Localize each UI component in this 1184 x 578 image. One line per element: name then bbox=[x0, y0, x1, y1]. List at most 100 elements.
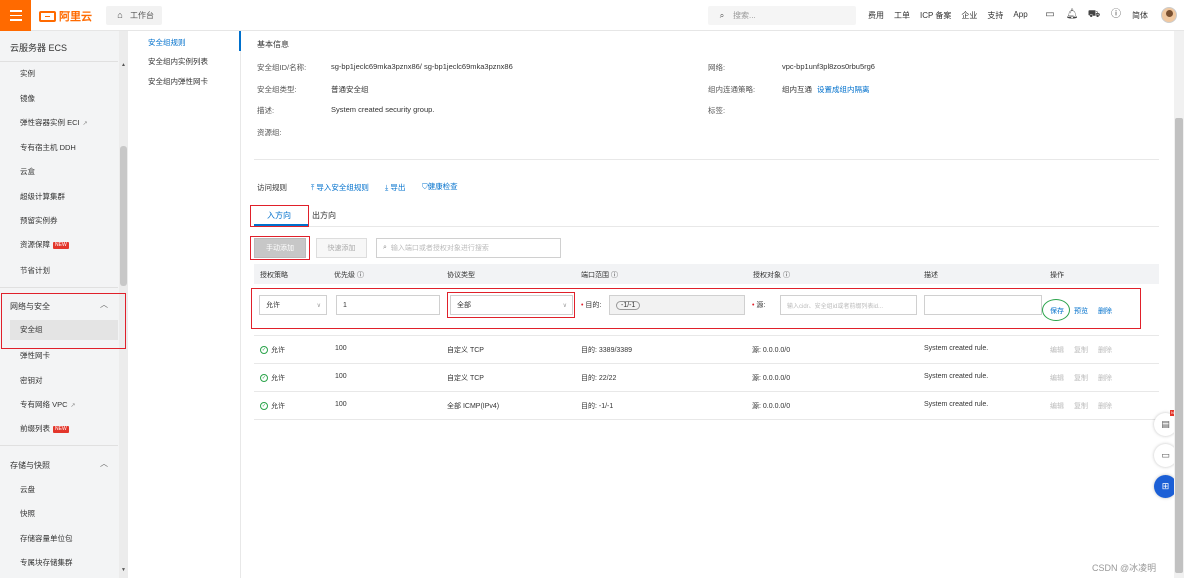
sidebar-scroll-thumb[interactable] bbox=[120, 146, 127, 286]
col-actions: 操作 bbox=[1050, 272, 1064, 279]
sidebar-item-image[interactable]: 镜像 bbox=[20, 93, 35, 104]
sidebar-item-eci[interactable]: 弹性容器实例 ECI ↗ bbox=[20, 117, 88, 128]
chevron-up-icon[interactable]: ︿ bbox=[100, 458, 108, 469]
terminal-icon[interactable]: ▭ bbox=[1044, 9, 1056, 21]
nav-fee[interactable]: 费用 bbox=[868, 10, 884, 21]
nav-app[interactable]: App bbox=[1013, 10, 1027, 21]
divider bbox=[254, 419, 1159, 420]
health-check-button[interactable]: ⛉健康检查 bbox=[422, 181, 458, 192]
col-port: 端口范围 ⓘ bbox=[581, 270, 618, 280]
sidebar-item-vpc[interactable]: 专有网络 VPC ↗ bbox=[20, 399, 76, 410]
cart-icon[interactable]: ⛟ bbox=[1088, 9, 1101, 21]
save-button[interactable]: 保存 bbox=[1050, 306, 1064, 316]
description-input[interactable] bbox=[924, 295, 1042, 315]
source-cell: 源: 0.0.0.0/0 bbox=[752, 347, 791, 354]
sidebar-item-snapshot[interactable]: 快照 bbox=[20, 508, 35, 519]
port-input[interactable]: -1/-1 bbox=[609, 295, 745, 315]
external-link-icon: ↗ bbox=[70, 403, 76, 409]
col-label: 授权对象 bbox=[753, 272, 781, 279]
rules-search-input[interactable]: ⌕ 输入端口或者授权对象进行搜索 bbox=[376, 238, 561, 258]
search-icon: ⌕ bbox=[383, 244, 387, 251]
sidebar-item-ri[interactable]: 预留实例券 bbox=[20, 215, 58, 226]
source-label-text: 源: bbox=[756, 302, 766, 309]
workbench-button[interactable]: ⌂ 工作台 bbox=[106, 6, 162, 25]
col-desc: 描述 bbox=[924, 272, 938, 279]
port-cell: 目的: 3389/3389 bbox=[581, 347, 632, 354]
priority-input[interactable]: 1 bbox=[336, 295, 440, 315]
desc-cell: System created rule. bbox=[924, 373, 989, 380]
policy-select[interactable]: 允许 ∨ bbox=[259, 295, 327, 315]
sidebar-item-cloudbox[interactable]: 云盒 bbox=[20, 166, 35, 177]
sidebar-item-resource-guarantee[interactable]: 资源保障 NEW bbox=[20, 239, 69, 250]
brand-logo[interactable]: 阿里云 bbox=[39, 8, 92, 24]
sidebar-item-disk[interactable]: 云盘 bbox=[20, 484, 35, 495]
network-value[interactable]: vpc-bp1unf3pl8zos0rbu5rg6 bbox=[782, 62, 875, 71]
preview-button[interactable]: 预览 bbox=[1074, 306, 1088, 316]
scroll-up-icon[interactable]: ▲ bbox=[121, 62, 126, 68]
bell-icon[interactable]: 🔔︎ bbox=[1066, 9, 1079, 21]
highlight-box bbox=[250, 236, 310, 260]
import-rules-button[interactable]: ⤒ 导入安全组规则 bbox=[311, 182, 369, 193]
edit-button[interactable]: 编辑 bbox=[1050, 401, 1064, 411]
divider bbox=[0, 287, 118, 288]
divider bbox=[254, 159, 1159, 160]
copy-button[interactable]: 复制 bbox=[1074, 401, 1088, 411]
sidebar-item-savings[interactable]: 节省计划 bbox=[20, 265, 50, 276]
divider bbox=[0, 61, 118, 62]
policy-value: 组内互通 bbox=[782, 85, 812, 94]
set-isolation-link[interactable]: 设置成组内隔离 bbox=[817, 84, 870, 95]
edit-button[interactable]: 编辑 bbox=[1050, 345, 1064, 355]
col-protocol: 协议类型 bbox=[447, 272, 475, 279]
source-input[interactable]: 输入cidr、安全组id或者前缀列表id... bbox=[780, 295, 917, 315]
menu-icon[interactable] bbox=[0, 0, 31, 31]
sidebar-item-dbsc[interactable]: 专属块存储集群 bbox=[20, 557, 73, 568]
sidebar-item-scu[interactable]: 存储容量单位包 bbox=[20, 533, 73, 544]
policy-cell: ✓ 允许 bbox=[260, 401, 285, 411]
sidebar-group-storage[interactable]: 存储与快照 bbox=[10, 460, 50, 471]
priority-cell: 100 bbox=[335, 373, 347, 380]
new-badge: NEW bbox=[53, 425, 69, 433]
brand-name: 阿里云 bbox=[59, 11, 92, 23]
tab-outbound[interactable]: 出方向 bbox=[312, 210, 336, 221]
subnav-eni[interactable]: 安全组内弹性网卡 bbox=[148, 76, 208, 87]
nav-icp[interactable]: ICP 备案 bbox=[920, 10, 951, 21]
export-button[interactable]: ⤓ 导出 bbox=[385, 182, 405, 193]
edit-button[interactable]: 编辑 bbox=[1050, 373, 1064, 383]
sidebar-item-instance[interactable]: 实例 bbox=[20, 68, 35, 79]
nav-enterprise[interactable]: 企业 bbox=[961, 10, 977, 21]
col-label: 优先级 bbox=[334, 272, 355, 279]
protocol-cell: 全部 ICMP(IPv4) bbox=[447, 403, 500, 410]
delete-button[interactable]: 删除 bbox=[1098, 345, 1112, 355]
sidebar-item-ddh[interactable]: 专有宿主机 DDH bbox=[20, 142, 76, 153]
source-cell: 源: 0.0.0.0/0 bbox=[752, 375, 791, 382]
sg-id-value: sg-bp1jeclc69mka3pznx86/ sg-bp1jeclc69mk… bbox=[331, 62, 513, 71]
info-icon: ⓘ bbox=[356, 272, 364, 279]
sidebar-item-label: 弹性容器实例 ECI bbox=[20, 118, 80, 127]
avatar[interactable] bbox=[1161, 7, 1177, 23]
subnav-instances[interactable]: 安全组内实例列表 bbox=[148, 56, 208, 67]
sidebar-item-eni[interactable]: 弹性网卡 bbox=[20, 350, 50, 361]
copy-button[interactable]: 复制 bbox=[1074, 373, 1088, 383]
nav-ticket[interactable]: 工单 bbox=[894, 10, 910, 21]
sg-type-label: 安全组类型: bbox=[257, 85, 297, 94]
sidebar-item-prefix-list[interactable]: 前缀列表 NEW bbox=[20, 423, 69, 434]
subnav-rules[interactable]: 安全组规则 bbox=[148, 37, 186, 48]
highlight-box bbox=[250, 205, 309, 227]
nav-support[interactable]: 支持 bbox=[987, 10, 1003, 21]
sidebar-item-keypair[interactable]: 密钥对 bbox=[20, 375, 43, 386]
copy-button[interactable]: 复制 bbox=[1074, 345, 1088, 355]
secondary-nav: 安全组规则 安全组内实例列表 安全组内弹性网卡 bbox=[128, 31, 241, 578]
quick-add-button[interactable]: 快速添加 bbox=[316, 238, 367, 258]
scroll-down-icon[interactable]: ▼ bbox=[121, 567, 126, 573]
sidebar-item-scc[interactable]: 超级计算集群 bbox=[20, 191, 65, 202]
protocol-cell: 自定义 TCP bbox=[447, 375, 484, 382]
page-scroll-thumb[interactable] bbox=[1175, 118, 1183, 573]
delete-button[interactable]: 删除 bbox=[1098, 306, 1112, 316]
language-switch[interactable]: 简体 bbox=[1132, 10, 1148, 21]
delete-button[interactable]: 删除 bbox=[1098, 401, 1112, 411]
help-icon[interactable]: ⓘ bbox=[1110, 9, 1122, 21]
global-search[interactable]: ⌕ 搜索... bbox=[708, 6, 856, 25]
select-value: 允许 bbox=[266, 302, 280, 309]
delete-button[interactable]: 删除 bbox=[1098, 373, 1112, 383]
sidebar-item-label: 专有网络 VPC bbox=[20, 400, 68, 409]
